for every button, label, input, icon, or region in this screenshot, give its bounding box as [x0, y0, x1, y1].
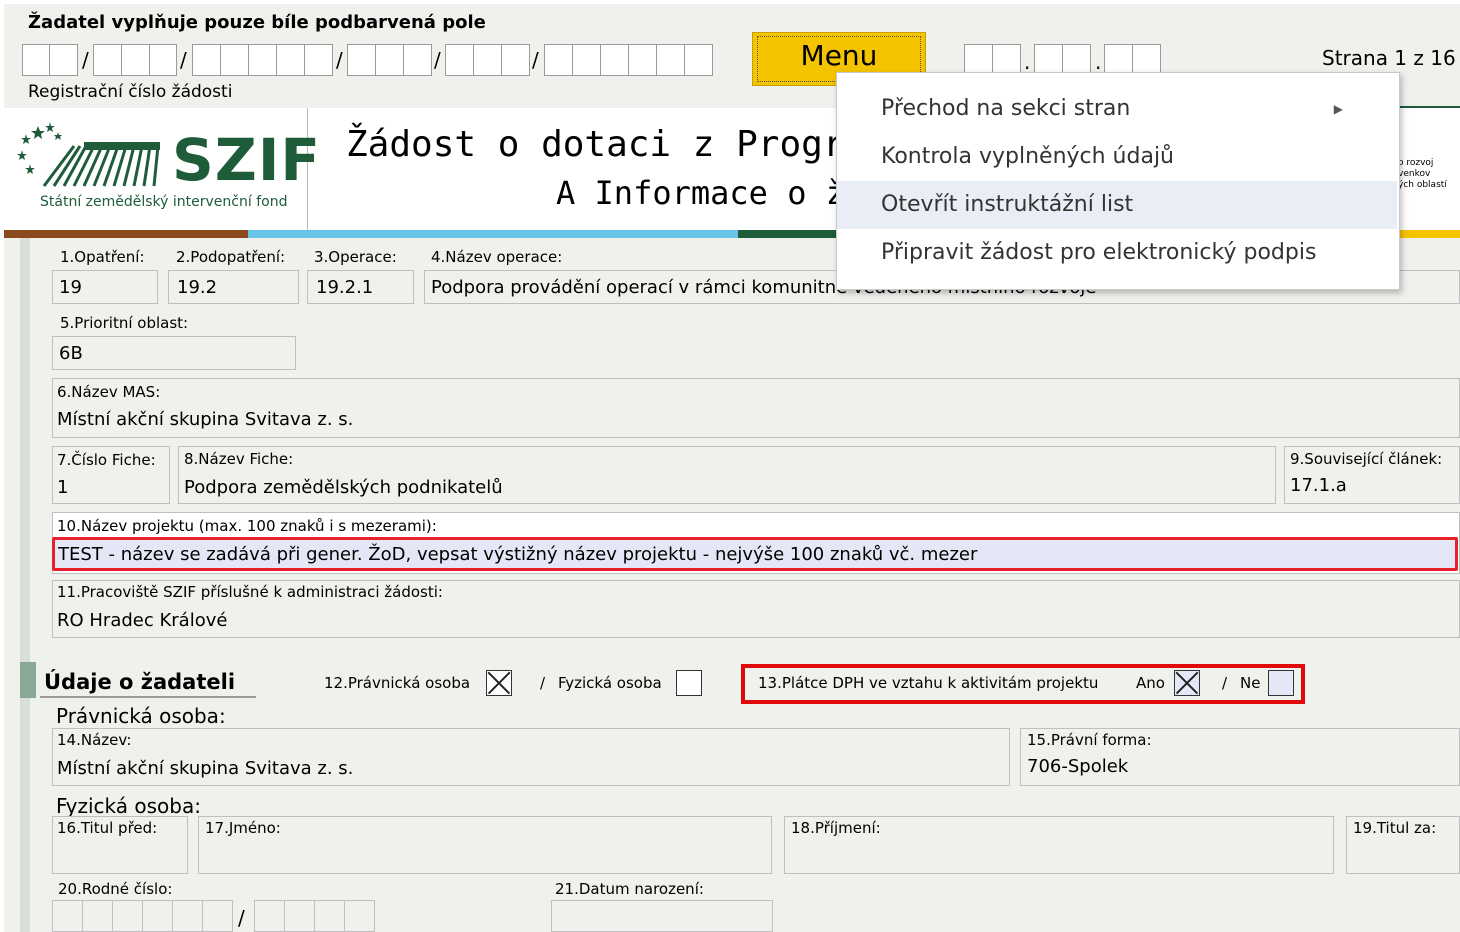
jmeno-label: 17.Jméno:	[205, 819, 281, 837]
datum-narozeni-label: 21.Datum narození:	[555, 880, 704, 898]
pravni-forma-label: 15.Právní forma:	[1027, 731, 1152, 749]
jmeno-field[interactable]: 17.Jméno:	[198, 816, 772, 874]
date-dot: .	[1024, 50, 1031, 74]
pravnicka-osoba-label: 12.Právnická osoba	[324, 674, 471, 692]
opatreni-value: 19	[59, 277, 82, 298]
opatreni-label: 1.Opatření:	[60, 248, 145, 266]
pravni-forma-value: 706-Spolek	[1027, 756, 1129, 777]
menu-item-label: Připravit žádost pro elektronický podpis	[881, 240, 1317, 265]
operace-field[interactable]: 19.2.1	[307, 270, 414, 304]
nazev-projektu-label: 10.Název projektu (max. 100 znaků i s me…	[57, 517, 437, 535]
right-logo-line: o rozvoj venkov	[1398, 158, 1434, 179]
fyzicka-osoba-label: Fyzická osoba	[558, 674, 662, 692]
souvisejici-clanek-value: 17.1.a	[1290, 475, 1347, 496]
form-subtitle: A Informace o ža	[556, 174, 865, 212]
instruction-text: Žadatel vyplňuje pouze bíle podbarvená p…	[28, 12, 486, 33]
eu-stars-field-icon	[17, 122, 160, 187]
operace-value: 19.2.1	[316, 277, 374, 298]
nazev-fiche-value: Podpora zemědělských podnikatelů	[184, 477, 503, 498]
szif-logo-subtitle: Státní zemědělský intervenční fond	[40, 194, 288, 210]
opatreni-field[interactable]: 19	[52, 270, 158, 304]
titul-za-label: 19.Titul za:	[1353, 819, 1437, 837]
souvisejici-clanek-label: 9.Související článek:	[1290, 450, 1443, 468]
chevron-right-icon: ▶	[1333, 102, 1343, 116]
fyzicka-osoba-checkbox[interactable]	[676, 670, 702, 696]
nazev-zadatele-field[interactable]: 14.Název: Místní akční skupina Svitava z…	[52, 728, 1010, 786]
souvisejici-clanek-field[interactable]: 9.Související článek: 17.1.a	[1284, 446, 1460, 504]
birth-separator: /	[238, 906, 245, 930]
date-dot: .	[1095, 50, 1102, 74]
podopatreni-field[interactable]: 19.2	[168, 270, 299, 304]
registration-number-field[interactable]: / / / / /	[22, 44, 722, 76]
podopatreni-value: 19.2	[177, 277, 218, 298]
menu-item-label: Přechod na sekci stran	[881, 96, 1131, 121]
osoba-separator: /	[540, 674, 546, 692]
szif-logo-brand: SZIF	[172, 126, 322, 194]
nazev-zadatele-value: Místní akční skupina Svitava z. s.	[57, 758, 354, 779]
prioritni-oblast-label: 5.Prioritní oblast:	[60, 314, 189, 332]
prijmeni-label: 18.Příjmení:	[791, 819, 881, 837]
menu-button-label: Menu	[800, 39, 878, 72]
nazev-fiche-label: 8.Název Fiche:	[184, 450, 294, 468]
form-left-bar	[20, 238, 30, 932]
ne-label: Ne	[1240, 674, 1261, 692]
menu-dropdown: Přechod na sekci stran ▶ Kontrola vyplně…	[836, 72, 1400, 290]
prioritni-oblast-field[interactable]: 6B	[52, 336, 296, 370]
fyzicka-osoba-heading: Fyzická osoba:	[56, 794, 201, 818]
pravnicka-osoba-heading: Právnická osoba:	[56, 704, 226, 728]
cislo-fiche-value: 1	[57, 477, 69, 498]
pravni-forma-field[interactable]: 15.Právní forma: 706-Spolek	[1020, 728, 1460, 786]
prioritni-oblast-value: 6B	[59, 343, 83, 364]
menu-item-label: Kontrola vyplněných údajů	[881, 144, 1175, 169]
szif-logo: SZIF Státní zemědělský intervenční fond	[4, 108, 320, 230]
nazev-fiche-field[interactable]: 8.Název Fiche: Podpora zemědělských podn…	[178, 446, 1276, 504]
pracoviste-field[interactable]: 11.Pracoviště SZIF příslušné k administr…	[52, 580, 1460, 638]
right-logo-text: o rozvoj venkov ých oblastí	[1398, 158, 1460, 191]
pravnicka-osoba-checkbox[interactable]	[486, 670, 512, 696]
ne-checkbox[interactable]	[1268, 670, 1294, 696]
cislo-fiche-label: 7.Číslo Fiche:	[57, 451, 156, 469]
registration-number-label: Registrační číslo žádosti	[28, 82, 233, 102]
platce-dph-label: 13.Plátce DPH ve vztahu k aktivitám proj…	[758, 674, 1099, 692]
menu-item-pripravit-podpis[interactable]: Připravit žádost pro elektronický podpis	[837, 229, 1397, 277]
rodne-cislo-label: 20.Rodné číslo:	[58, 880, 173, 898]
pracoviste-label: 11.Pracoviště SZIF příslušné k administr…	[57, 583, 443, 601]
menu-item-prechod[interactable]: Přechod na sekci stran ▶	[837, 85, 1397, 133]
podopatreni-label: 2.Podopatření:	[176, 248, 286, 266]
operace-label: 3.Operace:	[314, 248, 397, 266]
header-rule	[1390, 106, 1460, 108]
menu-item-kontrola[interactable]: Kontrola vyplněných údajů	[837, 133, 1397, 181]
nazev-zadatele-label: 14.Název:	[57, 731, 132, 749]
menu-item-label: Otevřít instruktážní list	[881, 192, 1134, 217]
nazev-projektu-value: TEST - název se zadává při gener. ŽoD, v…	[58, 544, 978, 565]
datum-narozeni-field[interactable]	[551, 900, 773, 932]
section-title-applicant: Údaje o žadateli	[44, 670, 236, 694]
nazev-mas-field[interactable]: 6.Název MAS: Místní akční skupina Svitav…	[52, 378, 1460, 438]
nazev-mas-value: Místní akční skupina Svitava z. s.	[57, 409, 354, 430]
prijmeni-field[interactable]: 18.Příjmení:	[784, 816, 1334, 874]
nazev-projektu-input[interactable]: TEST - název se zadává při gener. ŽoD, v…	[52, 537, 1458, 571]
ano-checkbox[interactable]	[1174, 670, 1200, 696]
section-marker	[20, 662, 36, 698]
ano-label: Ano	[1136, 674, 1165, 692]
titul-pred-field[interactable]: 16.Titul před:	[52, 816, 188, 874]
dph-separator: /	[1222, 674, 1228, 692]
pracoviste-value: RO Hradec Králové	[57, 610, 228, 631]
section-underline	[40, 696, 256, 698]
nazev-mas-label: 6.Název MAS:	[57, 383, 161, 401]
rodne-cislo-field[interactable]: /	[52, 900, 382, 932]
right-logo-line: ých oblastí	[1398, 180, 1447, 190]
page-indicator: Strana 1 z 16	[1322, 46, 1456, 70]
form-title: Žádost o dotaci z Programu	[346, 124, 910, 165]
titul-za-field[interactable]: 19.Titul za:	[1346, 816, 1460, 874]
titul-pred-label: 16.Titul před:	[57, 819, 158, 837]
menu-item-instruktazni-list[interactable]: Otevřít instruktážní list	[837, 181, 1397, 229]
nazev-operace-label: 4.Název operace:	[431, 248, 563, 266]
cislo-fiche-field[interactable]: 7.Číslo Fiche: 1	[52, 446, 170, 504]
